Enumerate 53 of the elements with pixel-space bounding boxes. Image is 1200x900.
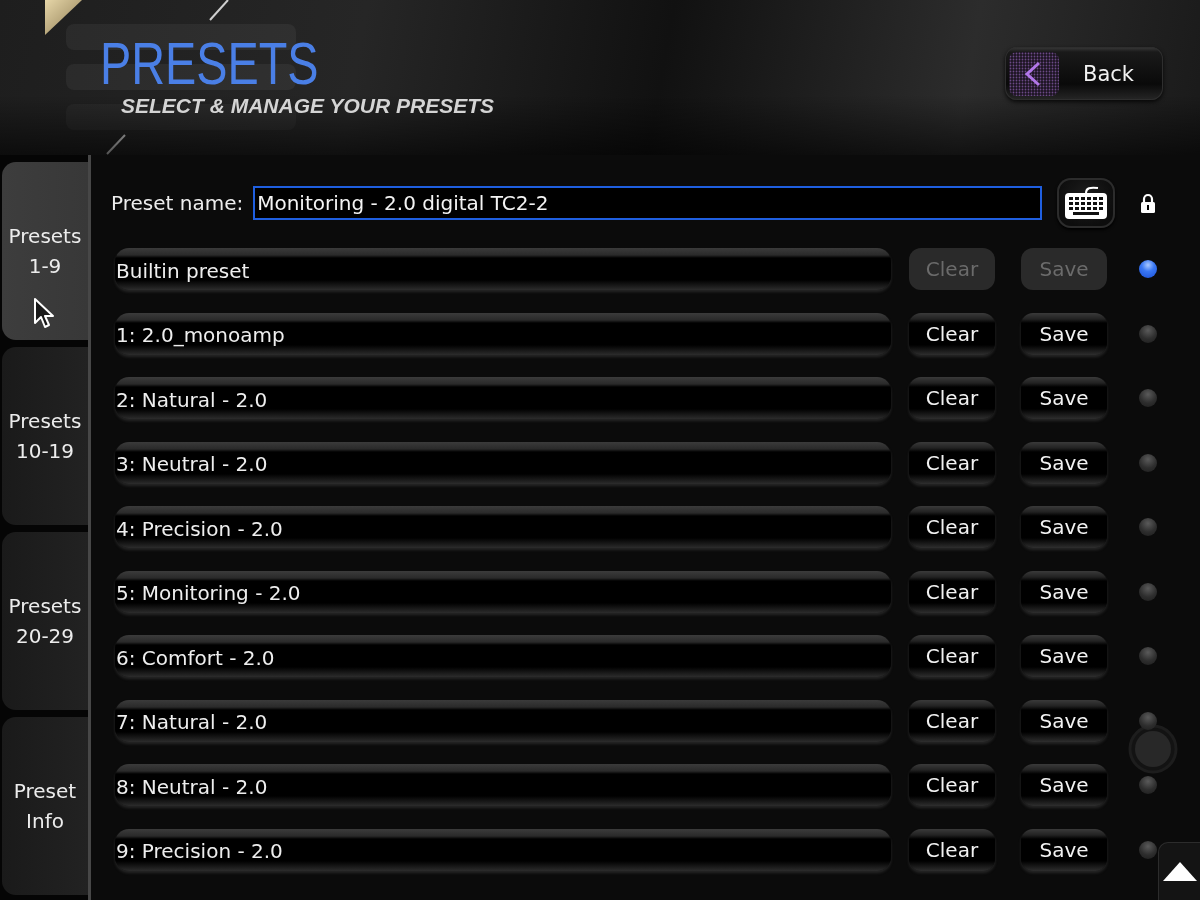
clear-button[interactable]: Clear xyxy=(909,764,995,806)
preset-name-bar[interactable]: 3: Neutral - 2.0 xyxy=(115,441,891,484)
preset-name-bar[interactable]: 2: Natural - 2.0 xyxy=(115,377,891,419)
sidebar-tab[interactable]: Preset Info xyxy=(2,717,88,895)
clear-button[interactable]: Clear xyxy=(909,441,995,484)
preset-name-label: Preset name: xyxy=(111,191,244,215)
preset-name-bar[interactable]: 8: Neutral - 2.0 xyxy=(115,764,891,806)
keyboard-icon xyxy=(1064,186,1109,220)
clear-button[interactable]: Clear xyxy=(909,699,995,742)
preset-name-field[interactable]: Monitoring - 2.0 digital TC2-2 xyxy=(253,186,1043,220)
status-dot-icon[interactable] xyxy=(1139,840,1157,859)
save-button[interactable]: Save xyxy=(1021,635,1107,677)
scroll-up-button[interactable] xyxy=(1158,842,1200,900)
clear-button[interactable]: Clear xyxy=(909,828,995,871)
save-button[interactable]: Save xyxy=(1021,764,1107,806)
sidebar-tab[interactable]: Presets 1-9 xyxy=(2,162,88,340)
preset-name-bar[interactable]: 7: Natural - 2.0 xyxy=(115,699,891,742)
status-dot-icon[interactable] xyxy=(1139,389,1157,407)
save-button[interactable]: Save xyxy=(1021,570,1107,613)
status-dot-icon[interactable] xyxy=(1139,776,1157,794)
clear-button[interactable]: Clear xyxy=(909,635,995,677)
preset-name-bar[interactable]: 5: Monitoring - 2.0 xyxy=(115,570,891,613)
save-button[interactable]: Save xyxy=(1021,828,1107,871)
status-dot-icon[interactable] xyxy=(1139,647,1157,665)
clear-button[interactable]: Clear xyxy=(909,506,995,548)
keyboard-button[interactable] xyxy=(1057,178,1116,228)
triangle-up-icon xyxy=(1162,862,1197,881)
preset-name-bar[interactable]: 4: Precision - 2.0 xyxy=(115,506,891,548)
status-dot-icon[interactable] xyxy=(1139,453,1157,472)
cursor-icon xyxy=(33,297,55,329)
save-button[interactable]: Save xyxy=(1021,506,1107,548)
sidebar-tab[interactable]: Presets 10-19 xyxy=(2,347,88,525)
chevron-left-icon xyxy=(1009,51,1059,96)
page-subtitle: SELECT & MANAGE YOUR PRESETS xyxy=(121,94,494,118)
save-button[interactable]: Save xyxy=(1021,441,1107,484)
save-button[interactable]: Save xyxy=(1021,377,1107,419)
status-dot-icon[interactable] xyxy=(1139,324,1157,343)
clear-button[interactable]: Clear xyxy=(909,377,995,419)
back-button[interactable]: Back xyxy=(1005,47,1163,100)
page-title: PRESETS xyxy=(100,34,319,94)
status-dot-icon[interactable] xyxy=(1139,711,1157,730)
status-dot-icon[interactable] xyxy=(1139,518,1157,536)
save-button[interactable]: Save xyxy=(1021,312,1107,355)
preset-name-bar[interactable]: 1: 2.0_monoamp xyxy=(115,312,891,355)
preset-name-bar[interactable]: 6: Comfort - 2.0 xyxy=(115,635,891,677)
status-dot-icon[interactable] xyxy=(1139,582,1157,601)
lock-icon xyxy=(1140,193,1157,213)
clear-button[interactable]: Clear xyxy=(909,570,995,613)
save-button[interactable]: Save xyxy=(1021,699,1107,742)
clear-button[interactable]: Clear xyxy=(909,312,995,355)
ring-icon xyxy=(1128,724,1178,774)
sidebar-tab[interactable]: Presets 20-29 xyxy=(2,532,88,710)
preset-name-bar[interactable]: 9: Precision - 2.0 xyxy=(115,828,891,871)
